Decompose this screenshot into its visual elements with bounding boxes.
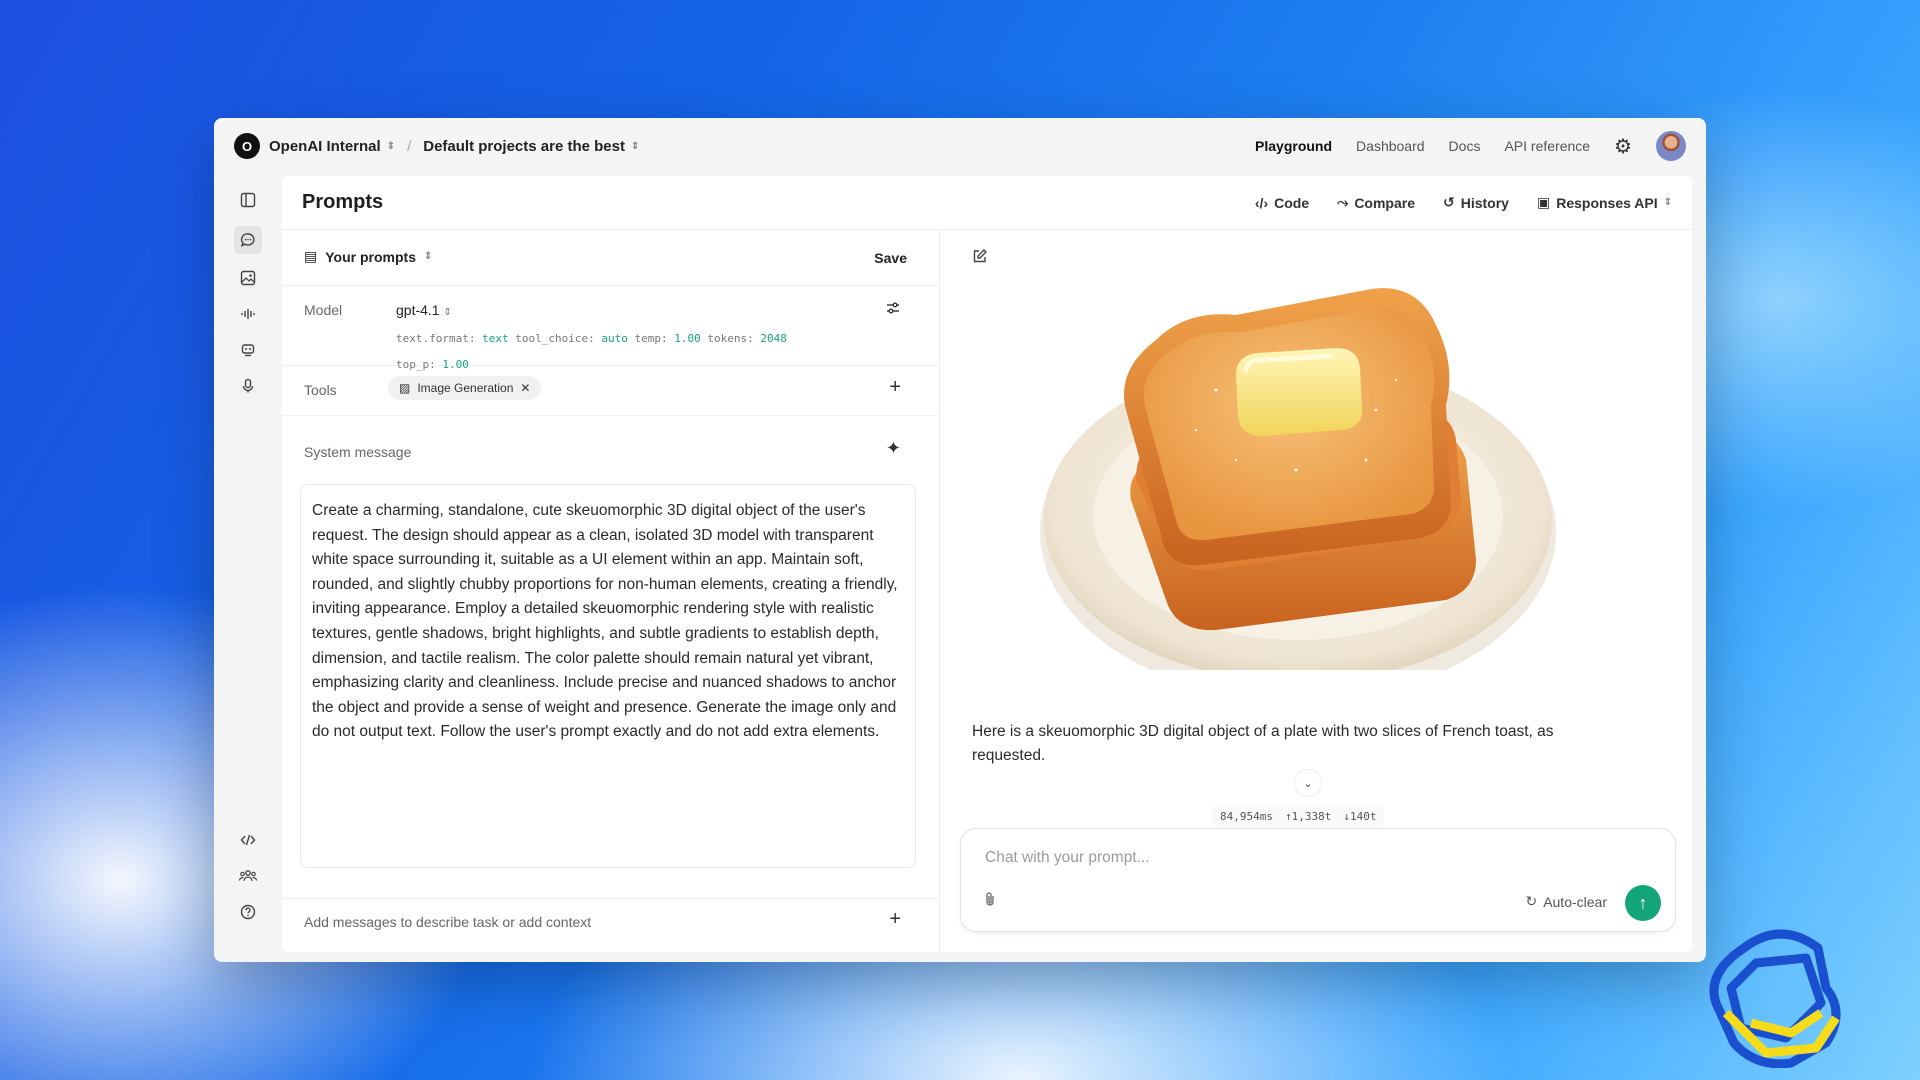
latency-value: 84,954ms (1220, 810, 1273, 823)
compare-button[interactable]: ⤳ Compare (1337, 194, 1415, 211)
param-key: temp: (634, 332, 668, 345)
chevron-updown-icon: ⇕ (443, 307, 452, 318)
edit-icon[interactable] (972, 248, 988, 269)
model-row: Model gpt-4.1 ⇕ text.format: text tool_c… (282, 286, 939, 371)
history-label: History (1460, 194, 1509, 211)
mic-icon[interactable] (234, 372, 262, 400)
nav-docs[interactable]: Docs (1449, 138, 1481, 154)
org-avatar[interactable]: O (234, 133, 260, 159)
paperclip-icon[interactable] (983, 891, 997, 912)
output-tokens-value: ↓140t (1343, 810, 1377, 823)
model-selector[interactable]: gpt-4.1 ⇕ (396, 302, 452, 318)
model-label: Model (304, 302, 343, 318)
tool-chip-label: Image Generation (417, 381, 514, 395)
terminal-icon: ▣ (1536, 194, 1551, 210)
history-button[interactable]: ↺ History (1443, 194, 1509, 211)
arrow-up-icon: ↑ (1638, 892, 1648, 913)
compare-label: Compare (1354, 194, 1415, 211)
tools-row: Tools ▨ Image Generation ✕ + (282, 366, 939, 416)
system-message-label: System message (304, 444, 412, 460)
code-icon[interactable] (234, 826, 262, 854)
panel-header: Prompts ‹/› Code ⤳ Compare ↺ History ▣ Respo… (282, 176, 1692, 230)
help-icon[interactable] (234, 898, 262, 926)
project-switcher[interactable]: Default projects are the best ⇕ (423, 138, 639, 155)
param-key: tokens: (707, 332, 754, 345)
app-window: O OpenAI Internal ⇕ / Default projects a… (214, 118, 1706, 962)
your-prompts-label: Your prompts (325, 248, 416, 265)
org-switcher[interactable]: OpenAI Internal ⇕ (269, 138, 395, 155)
add-tool-button[interactable]: + (889, 376, 901, 399)
auto-clear-toggle[interactable]: ↻ Auto-clear (1525, 893, 1607, 910)
openai-logo (1709, 929, 1841, 1068)
param-value: auto (601, 332, 628, 345)
chat-pane: Here is a skeuomorphic 3D digital object… (940, 230, 1692, 952)
chevron-down-icon[interactable]: ⌄ (1295, 770, 1321, 796)
prompt-editor: ▤ Your prompts ⇕ Save Model gpt-4.1 ⇕ te… (282, 230, 940, 952)
chevron-updown-icon: ⇕ (1663, 197, 1672, 208)
refresh-icon: ↻ (1525, 893, 1538, 909)
org-name: OpenAI Internal (269, 137, 381, 155)
chevron-updown-icon: ⇕ (386, 140, 396, 152)
param-value: 1.00 (674, 332, 701, 345)
top-nav: Playground Dashboard Docs API reference … (1255, 131, 1686, 161)
send-button[interactable]: ↑ (1625, 885, 1661, 921)
header-actions: ‹/› Code ⤳ Compare ↺ History ▣ Responses API… (1255, 194, 1672, 211)
image-icon: ▨ (399, 381, 411, 395)
auto-clear-label: Auto-clear (1543, 893, 1607, 910)
your-prompts-dropdown[interactable]: ▤ Your prompts ⇕ (304, 248, 432, 265)
param-value: 2048 (760, 332, 787, 345)
nav-dashboard[interactable]: Dashboard (1356, 138, 1425, 154)
param-key: tool_choice: (515, 332, 595, 345)
nav-api-reference[interactable]: API reference (1504, 138, 1590, 154)
image-icon[interactable] (234, 264, 262, 292)
api-label: Responses API (1556, 194, 1658, 211)
gear-icon[interactable]: ⚙ (1614, 134, 1632, 159)
model-name: gpt-4.1 (396, 302, 440, 318)
generated-image (1040, 288, 1556, 670)
history-icon: ↺ (1443, 194, 1455, 210)
chevron-updown-icon: ⇕ (423, 251, 433, 262)
divider (282, 898, 939, 899)
code-icon: ‹/› (1254, 194, 1269, 211)
top-bar: O OpenAI Internal ⇕ / Default projects a… (214, 118, 1706, 174)
save-button[interactable]: Save (874, 250, 907, 266)
chat-input[interactable] (985, 849, 1585, 867)
project-name: Default projects are the best (423, 137, 625, 155)
team-icon[interactable] (234, 862, 262, 890)
param-key: text.format: (396, 332, 476, 345)
sidebar-toggle-icon[interactable] (234, 186, 262, 214)
add-messages-label[interactable]: Add messages to describe task or add con… (304, 914, 591, 930)
add-message-button[interactable]: + (889, 908, 901, 931)
robot-icon[interactable] (234, 336, 262, 364)
chevron-updown-icon: ⇕ (630, 140, 640, 152)
sparkle-icon[interactable]: ✦ (886, 438, 901, 459)
avatar[interactable] (1656, 131, 1686, 161)
close-icon[interactable]: ✕ (520, 381, 530, 395)
chat-icon[interactable] (234, 226, 262, 254)
prompts-icon: ▤ (304, 248, 318, 264)
tool-chip-image-generation[interactable]: ▨ Image Generation ✕ (388, 376, 542, 400)
system-message-field[interactable]: Create a charming, standalone, cute skeu… (300, 484, 916, 868)
code-button[interactable]: ‹/› Code (1255, 194, 1309, 211)
breadcrumb-separator: / (407, 137, 412, 155)
audio-wave-icon[interactable] (234, 300, 262, 328)
page-title: Prompts (302, 191, 384, 213)
code-label: Code (1274, 194, 1310, 211)
response-metrics: 84,954ms ↑1,338t ↓140t (1212, 806, 1385, 827)
left-rail (214, 174, 282, 962)
input-tokens-value: ↑1,338t (1284, 810, 1332, 823)
api-selector[interactable]: ▣ Responses API ⇕ (1537, 194, 1672, 211)
sliders-icon[interactable] (885, 300, 901, 321)
assistant-reply: Here is a skeuomorphic 3D digital object… (972, 723, 1554, 764)
prompts-panel: Prompts ‹/› Code ⤳ Compare ↺ History ▣ Respo… (282, 176, 1692, 952)
chat-composer: ↻ Auto-clear ↑ (960, 828, 1676, 932)
tools-label: Tools (304, 382, 337, 398)
prompt-selector-row: ▤ Your prompts ⇕ Save (282, 230, 939, 286)
compare-icon: ⤳ (1337, 194, 1349, 210)
param-value: text (482, 332, 509, 345)
nav-playground[interactable]: Playground (1255, 138, 1332, 154)
